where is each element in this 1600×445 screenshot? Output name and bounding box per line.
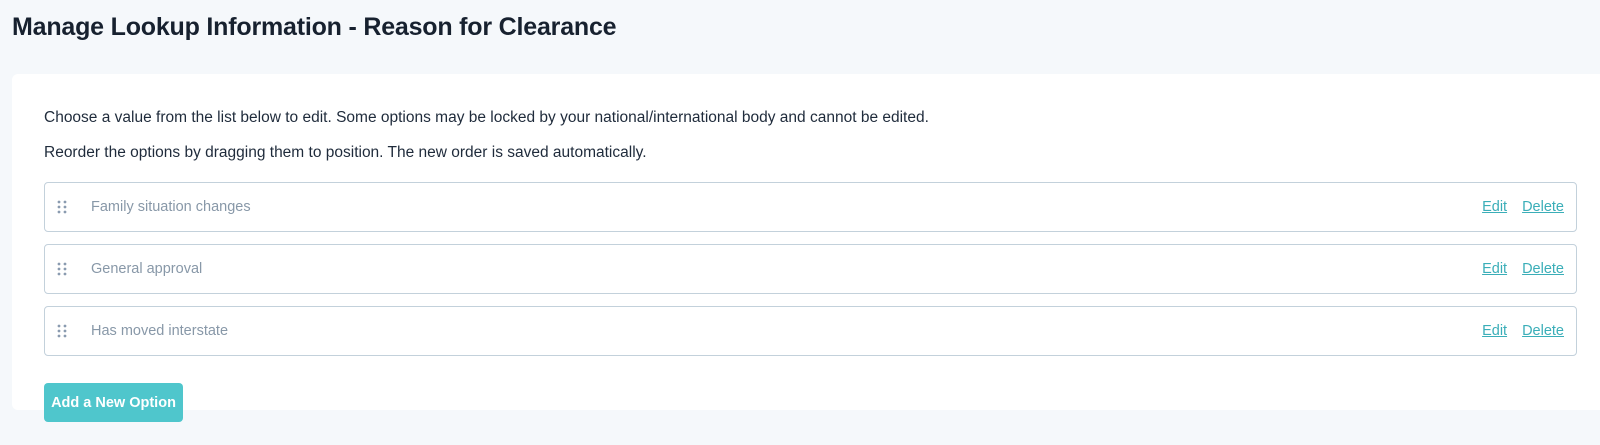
instruction-reorder-text: Reorder the options by dragging them to … xyxy=(44,144,647,161)
row-actions: Edit Delete xyxy=(1482,321,1564,341)
option-label: Has moved interstate xyxy=(91,323,229,339)
row-actions: Edit Delete xyxy=(1482,197,1564,217)
page-title: Manage Lookup Information - Reason for C… xyxy=(12,13,617,41)
edit-link[interactable]: Edit xyxy=(1482,321,1507,341)
drag-handle-icon[interactable] xyxy=(57,262,67,276)
instruction-edit-text: Choose a value from the list below to ed… xyxy=(44,109,929,126)
row-actions: Edit Delete xyxy=(1482,259,1564,279)
delete-link[interactable]: Delete xyxy=(1522,259,1564,279)
edit-link[interactable]: Edit xyxy=(1482,197,1507,217)
option-label: Family situation changes xyxy=(91,199,251,215)
option-list: Family situation changes Edit Delete Gen… xyxy=(44,182,1577,368)
drag-handle-icon[interactable] xyxy=(57,324,67,338)
delete-link[interactable]: Delete xyxy=(1522,321,1564,341)
option-row[interactable]: Family situation changes Edit Delete xyxy=(44,182,1577,232)
drag-handle-icon[interactable] xyxy=(57,200,67,214)
edit-link[interactable]: Edit xyxy=(1482,259,1507,279)
option-label: General approval xyxy=(91,261,203,277)
add-new-option-button[interactable]: Add a New Option xyxy=(44,383,183,422)
delete-link[interactable]: Delete xyxy=(1522,197,1564,217)
option-row[interactable]: Has moved interstate Edit Delete xyxy=(44,306,1577,356)
option-row[interactable]: General approval Edit Delete xyxy=(44,244,1577,294)
